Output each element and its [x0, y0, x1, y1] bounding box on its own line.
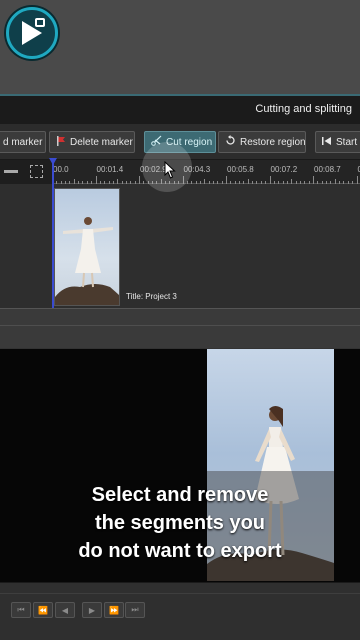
ruler-tick-label: 00:07.2	[270, 165, 298, 174]
clip-thumbnail[interactable]	[54, 188, 120, 306]
add-marker-label: d marker	[3, 136, 43, 148]
ruler-tick	[95, 176, 97, 184]
fast-forward-icon: ⏩	[109, 605, 119, 615]
ruler-tick	[226, 176, 227, 184]
ruler-scale: 00.0 00:01.4 00:02.9 00:04.3 00:05.8 00:07.2 0…	[52, 160, 360, 184]
ruler-left-tools	[0, 160, 52, 184]
clip-title: Title: Project 3	[126, 292, 177, 301]
start-label: Start s	[336, 136, 360, 148]
secondary-track[interactable]	[0, 308, 360, 348]
delete-marker-label: Delete marker	[70, 136, 133, 148]
ruler-tick	[139, 176, 140, 184]
mouse-cursor-icon	[164, 160, 176, 184]
skip-to-start-icon: ⏮	[17, 605, 25, 614]
step-forward-icon: ▶	[88, 605, 96, 615]
restore-arrow-icon	[225, 135, 236, 149]
fast-forward-button[interactable]: ⏩	[104, 602, 124, 618]
start-button[interactable]: Start s	[315, 131, 360, 153]
ruler-tick-label: 00:01.4	[96, 165, 124, 174]
step-back-icon: ◀	[61, 605, 69, 615]
ruler-tick-label: 00:05.8	[227, 165, 254, 174]
skip-to-end-button[interactable]: ⏭	[125, 602, 145, 618]
zoom-bar-icon[interactable]	[4, 170, 18, 173]
skip-start-icon	[322, 136, 332, 149]
ruler-tick	[313, 176, 314, 184]
selection-box-icon[interactable]	[30, 165, 43, 178]
ruler-tick-label: 00.0	[53, 165, 69, 174]
step-back-button[interactable]: ◀	[55, 602, 75, 618]
window-title: Cutting and splitting	[255, 103, 352, 115]
delete-marker-button[interactable]: Delete marker	[49, 131, 135, 153]
ruler-tick-label: 00:08.7	[314, 165, 341, 174]
skip-to-start-button[interactable]: ⏮	[11, 602, 31, 618]
restore-region-label: Restore region	[240, 136, 306, 148]
ruler-tick	[356, 176, 358, 184]
playhead[interactable]	[52, 160, 54, 308]
add-marker-button[interactable]: d marker	[0, 131, 46, 153]
preview-pane: Select and remove the segments you do no…	[0, 348, 360, 582]
rewind-button[interactable]: ⏪	[33, 602, 53, 618]
top-area	[0, 0, 360, 94]
red-flag-icon	[56, 135, 66, 149]
app-logo-icon	[6, 7, 58, 59]
caption-text: Select and remove the segments you do no…	[78, 484, 282, 562]
skip-to-end-icon: ⏭	[131, 605, 139, 614]
playhead-handle[interactable]	[49, 158, 57, 165]
title-bar: Cutting and splitting	[0, 94, 360, 124]
ruler-tick	[269, 176, 271, 184]
playback-controls: ⏮ ⏪ ◀ ▶ ⏩ ⏭	[0, 582, 360, 640]
restore-region-button[interactable]: Restore region	[218, 131, 306, 153]
rewind-icon: ⏪	[38, 605, 48, 615]
step-forward-button[interactable]: ▶	[82, 602, 102, 618]
